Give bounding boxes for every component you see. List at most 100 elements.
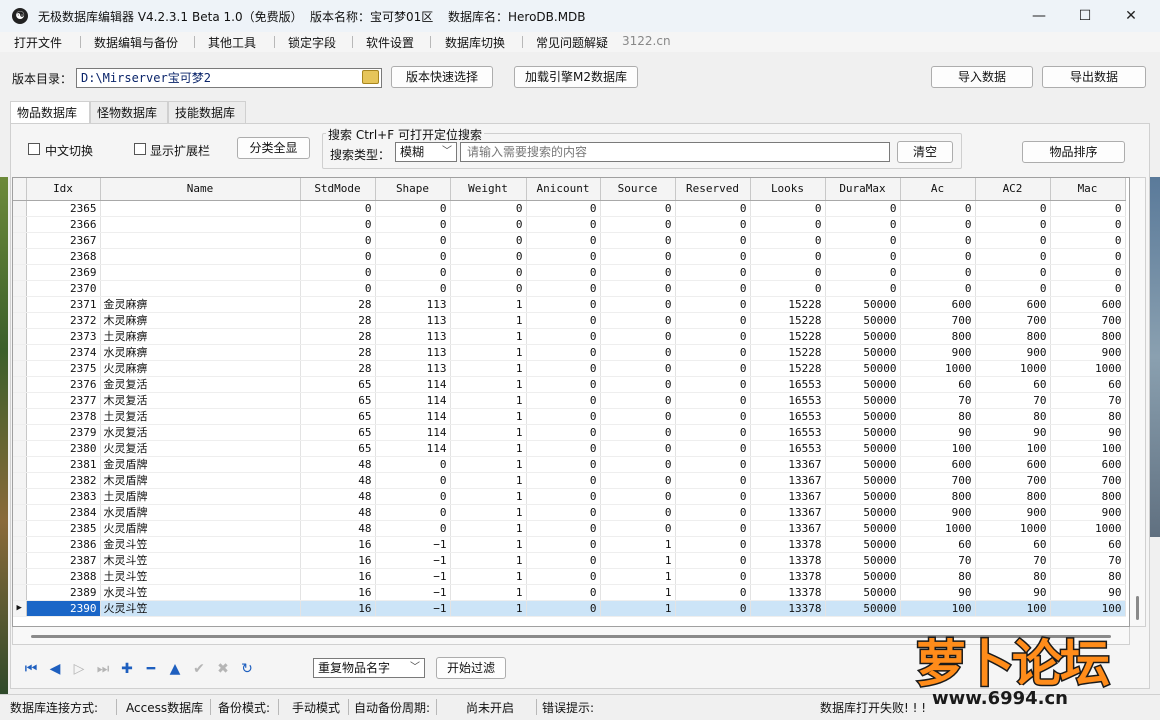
cell-source[interactable]: 0 [600,312,676,329]
cell-stdmode[interactable]: 65 [300,440,376,457]
cell-idx[interactable]: 2379 [26,424,101,441]
cell-looks[interactable]: 13367 [750,472,826,489]
cell-name[interactable]: 金灵复活 [100,376,301,393]
cell-ac[interactable]: 1000 [900,520,976,537]
column-header-ac2[interactable]: AC2 [975,178,1051,201]
cell-ac[interactable]: 0 [900,232,976,249]
cell-source[interactable]: 0 [600,264,676,281]
cell-reserved[interactable]: 0 [675,488,751,505]
cell-reserved[interactable]: 0 [675,200,751,217]
cell-looks[interactable]: 0 [750,280,826,297]
cell-looks[interactable]: 13367 [750,520,826,537]
cell-stdmode[interactable]: 28 [300,312,376,329]
cell-shape[interactable]: 0 [375,520,451,537]
cell-shape[interactable]: 0 [375,472,451,489]
cell-looks[interactable]: 13367 [750,456,826,473]
cell-idx[interactable]: 2377 [26,392,101,409]
cell-anicount[interactable]: 0 [526,520,601,537]
cell-ac2[interactable]: 700 [975,472,1051,489]
cell-ac[interactable]: 100 [900,440,976,457]
cell-idx[interactable]: 2372 [26,312,101,329]
cell-idx[interactable]: 2375 [26,360,101,377]
cell-name[interactable]: 水灵斗笠 [100,584,301,601]
cell-mac[interactable]: 1000 [1050,520,1126,537]
cell-name[interactable] [100,280,301,297]
cell-stdmode[interactable]: 65 [300,376,376,393]
cell-anicount[interactable]: 0 [526,296,601,313]
cell-ac2[interactable]: 60 [975,376,1051,393]
cell-looks[interactable]: 13378 [750,584,826,601]
cell-looks[interactable]: 15228 [750,360,826,377]
cell-mac[interactable]: 600 [1050,296,1126,313]
menu-lock-fields[interactable]: 锁定字段 [288,34,336,51]
cell-mac[interactable]: 0 [1050,280,1126,297]
cell-reserved[interactable]: 0 [675,392,751,409]
cell-ac2[interactable]: 90 [975,424,1051,441]
cell-looks[interactable]: 0 [750,232,826,249]
cell-duramax[interactable]: 50000 [825,424,901,441]
cell-mac[interactable]: 100 [1050,440,1126,457]
cell-source[interactable]: 1 [600,584,676,601]
cell-mac[interactable]: 80 [1050,568,1126,585]
table-row[interactable]: 2367 0 0 0 0 0 0 0 0 0 0 0 [13,232,1126,249]
cell-source[interactable]: 0 [600,328,676,345]
cell-anicount[interactable]: 0 [526,536,601,553]
cell-duramax[interactable]: 50000 [825,472,901,489]
cell-idx[interactable]: 2386 [26,536,101,553]
cell-ac2[interactable]: 0 [975,200,1051,217]
cell-duramax[interactable]: 0 [825,200,901,217]
cell-name[interactable] [100,232,301,249]
cell-looks[interactable]: 0 [750,216,826,233]
cell-weight[interactable]: 1 [450,488,527,505]
search-input[interactable]: 请输入需要搜索的内容 [460,142,890,162]
cell-idx[interactable]: 2376 [26,376,101,393]
cell-weight[interactable]: 0 [450,248,527,265]
cell-source[interactable]: 0 [600,440,676,457]
cell-idx[interactable]: 2374 [26,344,101,361]
cell-reserved[interactable]: 0 [675,568,751,585]
cell-duramax[interactable]: 50000 [825,312,901,329]
cell-stdmode[interactable]: 16 [300,552,376,569]
cell-mac[interactable]: 0 [1050,248,1126,265]
column-header-source[interactable]: Source [600,178,676,201]
clear-search-button[interactable]: 清空 [897,141,953,163]
cell-anicount[interactable]: 0 [526,568,601,585]
cell-ac[interactable]: 100 [900,600,976,617]
cell-name[interactable]: 水灵盾牌 [100,504,301,521]
cell-shape[interactable]: 113 [375,328,451,345]
cell-reserved[interactable]: 0 [675,584,751,601]
cell-reserved[interactable]: 0 [675,520,751,537]
cell-mac[interactable]: 90 [1050,584,1126,601]
cell-ac2[interactable]: 600 [975,456,1051,473]
cell-source[interactable]: 0 [600,280,676,297]
cell-duramax[interactable]: 50000 [825,488,901,505]
cell-stdmode[interactable]: 48 [300,472,376,489]
cell-stdmode[interactable]: 0 [300,200,376,217]
cell-duramax[interactable]: 50000 [825,344,901,361]
cell-source[interactable]: 0 [600,216,676,233]
cell-ac[interactable]: 60 [900,376,976,393]
cell-anicount[interactable]: 0 [526,408,601,425]
folder-browse-icon[interactable] [362,70,379,84]
table-row[interactable]: 2378 土灵复活 65 114 1 0 0 0 16553 50000 80 80 80 [13,408,1126,425]
cell-stdmode[interactable]: 0 [300,232,376,249]
cell-idx[interactable]: 2385 [26,520,101,537]
cell-stdmode[interactable]: 0 [300,264,376,281]
cell-mac[interactable]: 0 [1050,216,1126,233]
cell-name[interactable]: 火灵盾牌 [100,520,301,537]
table-row[interactable]: 2385 火灵盾牌 48 0 1 0 0 0 13367 50000 1000 1000 1000 [13,520,1126,537]
cell-duramax[interactable]: 0 [825,248,901,265]
cell-looks[interactable]: 16553 [750,408,826,425]
cell-weight[interactable]: 1 [450,584,527,601]
cell-shape[interactable]: 114 [375,424,451,441]
cell-shape[interactable]: 0 [375,200,451,217]
cell-reserved[interactable]: 0 [675,552,751,569]
cell-name[interactable]: 金灵麻痹 [100,296,301,313]
cell-ac[interactable]: 800 [900,488,976,505]
cell-source[interactable]: 0 [600,200,676,217]
cell-idx[interactable]: 2367 [26,232,101,249]
cell-weight[interactable]: 1 [450,520,527,537]
cell-ac[interactable]: 0 [900,280,976,297]
cell-source[interactable]: 0 [600,424,676,441]
cell-looks[interactable]: 13378 [750,536,826,553]
